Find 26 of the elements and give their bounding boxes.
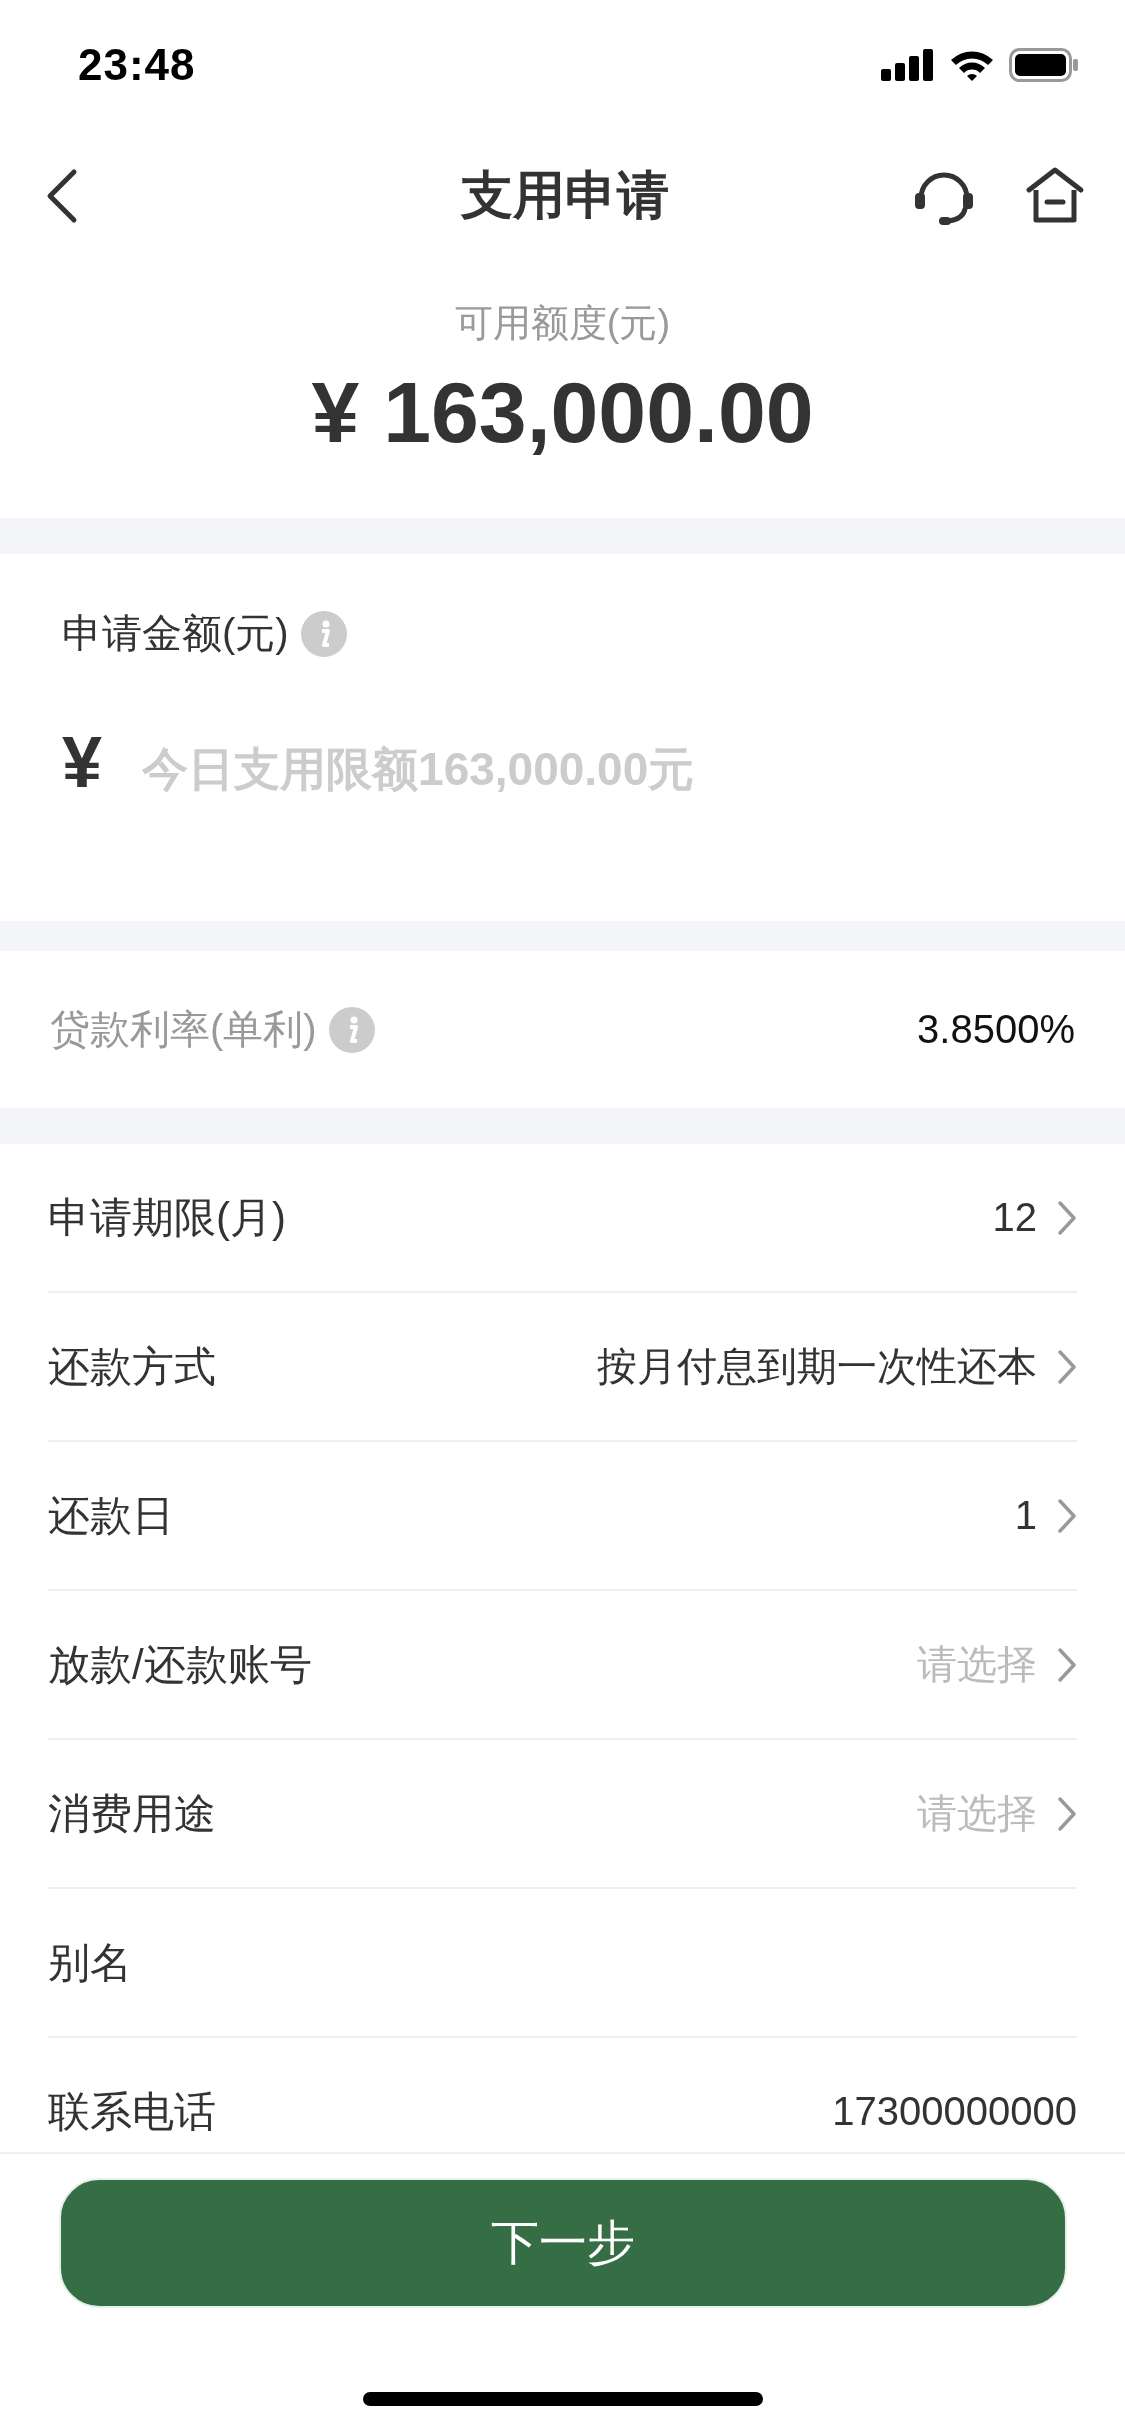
amount-label: 申请金额(元) xyxy=(62,610,289,657)
home-icon[interactable] xyxy=(1025,166,1085,226)
signal-icon xyxy=(881,49,935,81)
rate-label: 贷款利率(单利) xyxy=(50,1006,317,1053)
page-title: 支用申请 xyxy=(460,165,669,226)
next-button[interactable]: 下一步 xyxy=(58,2178,1067,2308)
rate-value: 3.8500% xyxy=(917,1007,1075,1052)
row-value: 12 xyxy=(992,1195,1037,1240)
row-label: 申请期限(月) xyxy=(48,1192,286,1243)
status-time: 23:48 xyxy=(78,40,196,90)
row-label: 放款/还款账号 xyxy=(48,1639,312,1690)
row-placeholder[interactable]: 请选择 xyxy=(917,1786,1037,1841)
row-value: 17300000000 xyxy=(832,2089,1077,2134)
row-label: 消费用途 xyxy=(48,1788,216,1839)
row-label: 还款日 xyxy=(48,1490,174,1541)
row-value: 1 xyxy=(1014,1493,1037,1538)
wifi-icon xyxy=(949,48,995,82)
row-label: 联系电话 xyxy=(48,2086,216,2137)
battery-icon xyxy=(1009,48,1079,82)
currency-sign: ¥ xyxy=(62,721,103,803)
row-placeholder[interactable]: 请选择 xyxy=(917,1637,1037,1692)
credit-amount: ¥ 163,000.00 xyxy=(311,363,814,462)
row-label: 还款方式 xyxy=(48,1341,216,1392)
row-label: 别名 xyxy=(48,1937,132,1988)
credit-label: 可用额度(元) xyxy=(454,301,671,346)
row-value: 按月付息到期一次性还本 xyxy=(597,1343,1037,1390)
